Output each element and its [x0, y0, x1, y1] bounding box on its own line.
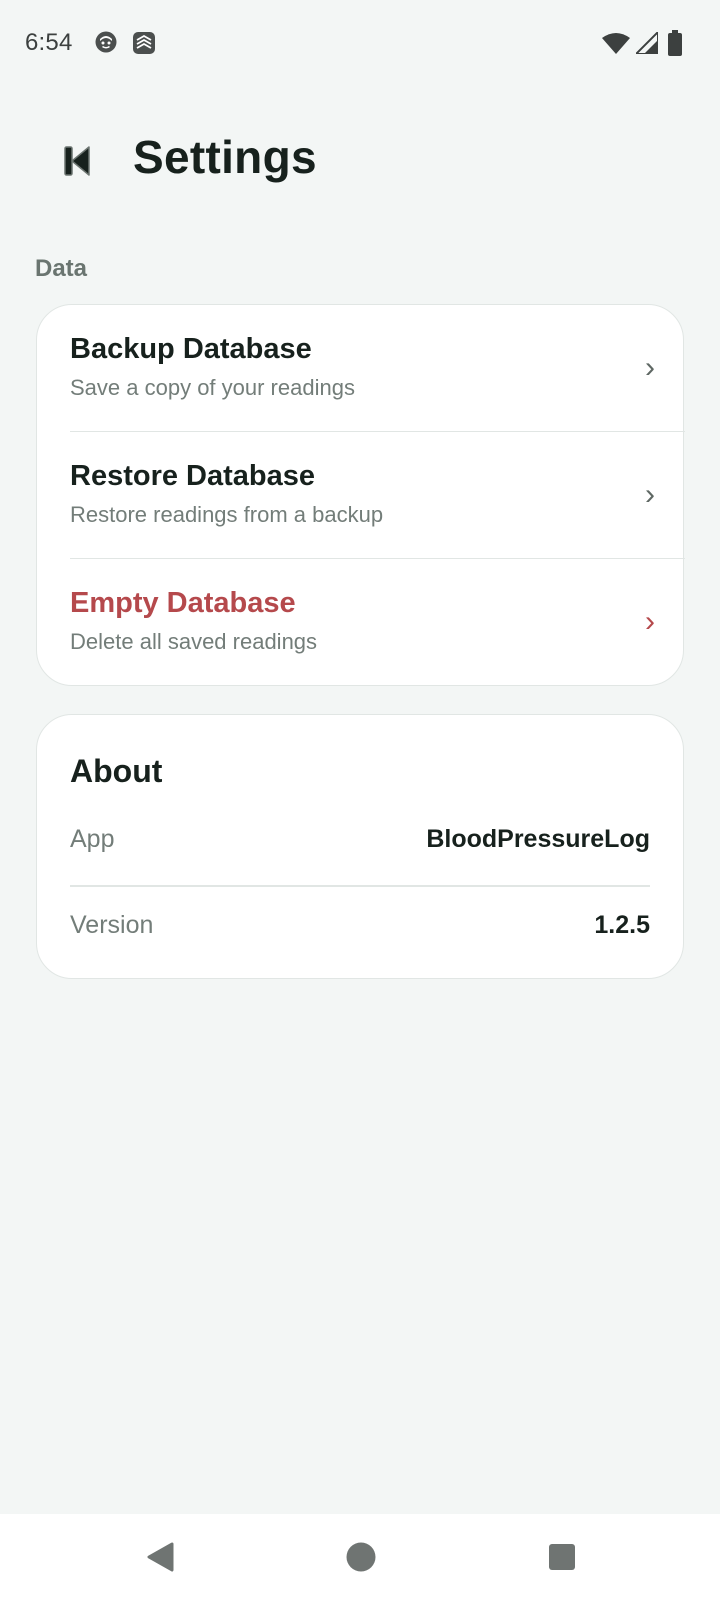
stack-notification-icon — [131, 30, 157, 61]
row-title: Empty Database — [70, 587, 296, 619]
chevron-right-icon: › — [645, 351, 655, 384]
empty-database-row[interactable]: Empty Database Delete all saved readings… — [37, 559, 685, 686]
back-icon — [64, 146, 90, 176]
home-circle-icon[interactable] — [345, 1541, 377, 1578]
battery-icon — [667, 30, 683, 61]
data-card: Backup Database Save a copy of your read… — [36, 304, 685, 686]
about-label: Version — [70, 911, 154, 939]
signal-icon — [633, 29, 659, 59]
about-value: 1.2.5 — [594, 911, 650, 939]
system-nav-bar — [0, 1514, 720, 1600]
settings-screen: 6:54 Settings Data Backup Database Save … — [0, 0, 720, 1600]
about-title: About — [70, 753, 163, 789]
row-title: Backup Database — [70, 333, 312, 365]
divider — [70, 885, 650, 887]
about-label: App — [70, 825, 115, 853]
about-value: BloodPressureLog — [426, 825, 650, 853]
row-subtitle: Restore readings from a backup — [70, 502, 384, 527]
page-title: Settings — [133, 131, 317, 183]
about-row-app: App BloodPressureLog — [70, 825, 650, 865]
about-row-version: Version 1.2.5 — [70, 911, 650, 951]
wifi-icon — [602, 32, 630, 59]
back-button[interactable] — [52, 136, 102, 186]
row-subtitle: Save a copy of your readings — [70, 375, 355, 400]
chevron-right-icon: › — [645, 605, 655, 638]
back-triangle-icon[interactable] — [145, 1541, 175, 1578]
chevron-right-icon: › — [645, 478, 655, 511]
face-notification-icon — [94, 30, 118, 59]
recents-square-icon[interactable] — [548, 1543, 576, 1576]
section-label-data: Data — [35, 255, 88, 282]
backup-database-row[interactable]: Backup Database Save a copy of your read… — [37, 305, 685, 432]
about-card: About App BloodPressureLog Version 1.2.5 — [36, 714, 684, 979]
row-subtitle: Delete all saved readings — [70, 629, 318, 654]
restore-database-row[interactable]: Restore Database Restore readings from a… — [37, 432, 685, 559]
status-bar: 6:54 — [0, 0, 720, 88]
status-time: 6:54 — [25, 29, 73, 56]
row-title: Restore Database — [70, 460, 315, 492]
